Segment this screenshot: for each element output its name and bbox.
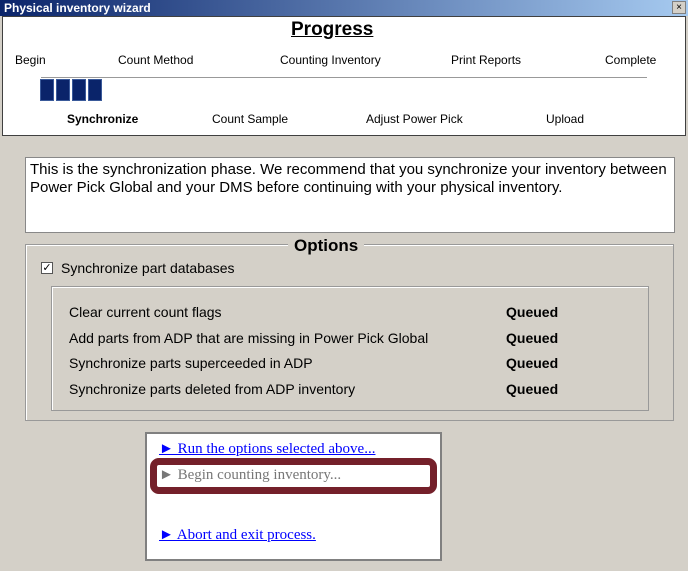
step-begin: Begin [15, 53, 46, 67]
abort-link[interactable]: ► Abort and exit process. [159, 527, 316, 544]
progress-block [88, 79, 102, 101]
description-text: This is the synchronization phase. We re… [25, 157, 675, 233]
title-bar: Physical inventory wizard [0, 0, 688, 16]
step-complete: Complete [605, 53, 657, 67]
begin-counting-link[interactable]: ► Begin counting inventory... [159, 467, 341, 484]
progress-block [72, 79, 86, 101]
options-title: Options [288, 236, 365, 256]
option-row-status: Queued [506, 381, 559, 397]
progress-block [40, 79, 54, 101]
option-row-label: Synchronize parts superceeded in ADP [69, 355, 313, 371]
step-adjust-power-pick: Adjust Power Pick [366, 112, 463, 126]
progress-panel: Progress Begin Count Method Counting Inv… [2, 16, 686, 136]
progress-track [41, 77, 647, 78]
step-count-sample: Count Sample [212, 112, 289, 126]
step-synchronize: Synchronize [67, 112, 139, 126]
sync-checkbox-label[interactable]: Synchronize part databases [61, 260, 235, 276]
sync-checkbox[interactable]: ✓ [41, 262, 53, 274]
progress-title: Progress [291, 19, 374, 40]
option-row-label: Synchronize parts deleted from ADP inven… [69, 381, 356, 397]
option-row-status: Queued [506, 330, 559, 346]
run-options-link[interactable]: ► Run the options selected above... [159, 441, 375, 458]
progress-block [56, 79, 70, 101]
close-button[interactable]: × [672, 1, 686, 14]
step-counting-inventory: Counting Inventory [280, 53, 381, 67]
option-row-label: Clear current count flags [69, 304, 222, 320]
option-row-label: Add parts from ADP that are missing in P… [69, 330, 429, 346]
step-upload: Upload [546, 112, 585, 126]
step-print-reports: Print Reports [451, 53, 522, 67]
step-count-method: Count Method [118, 53, 194, 67]
option-row-status: Queued [506, 355, 559, 371]
option-row-status: Queued [506, 304, 559, 320]
window-title: Physical inventory wizard [4, 1, 151, 15]
